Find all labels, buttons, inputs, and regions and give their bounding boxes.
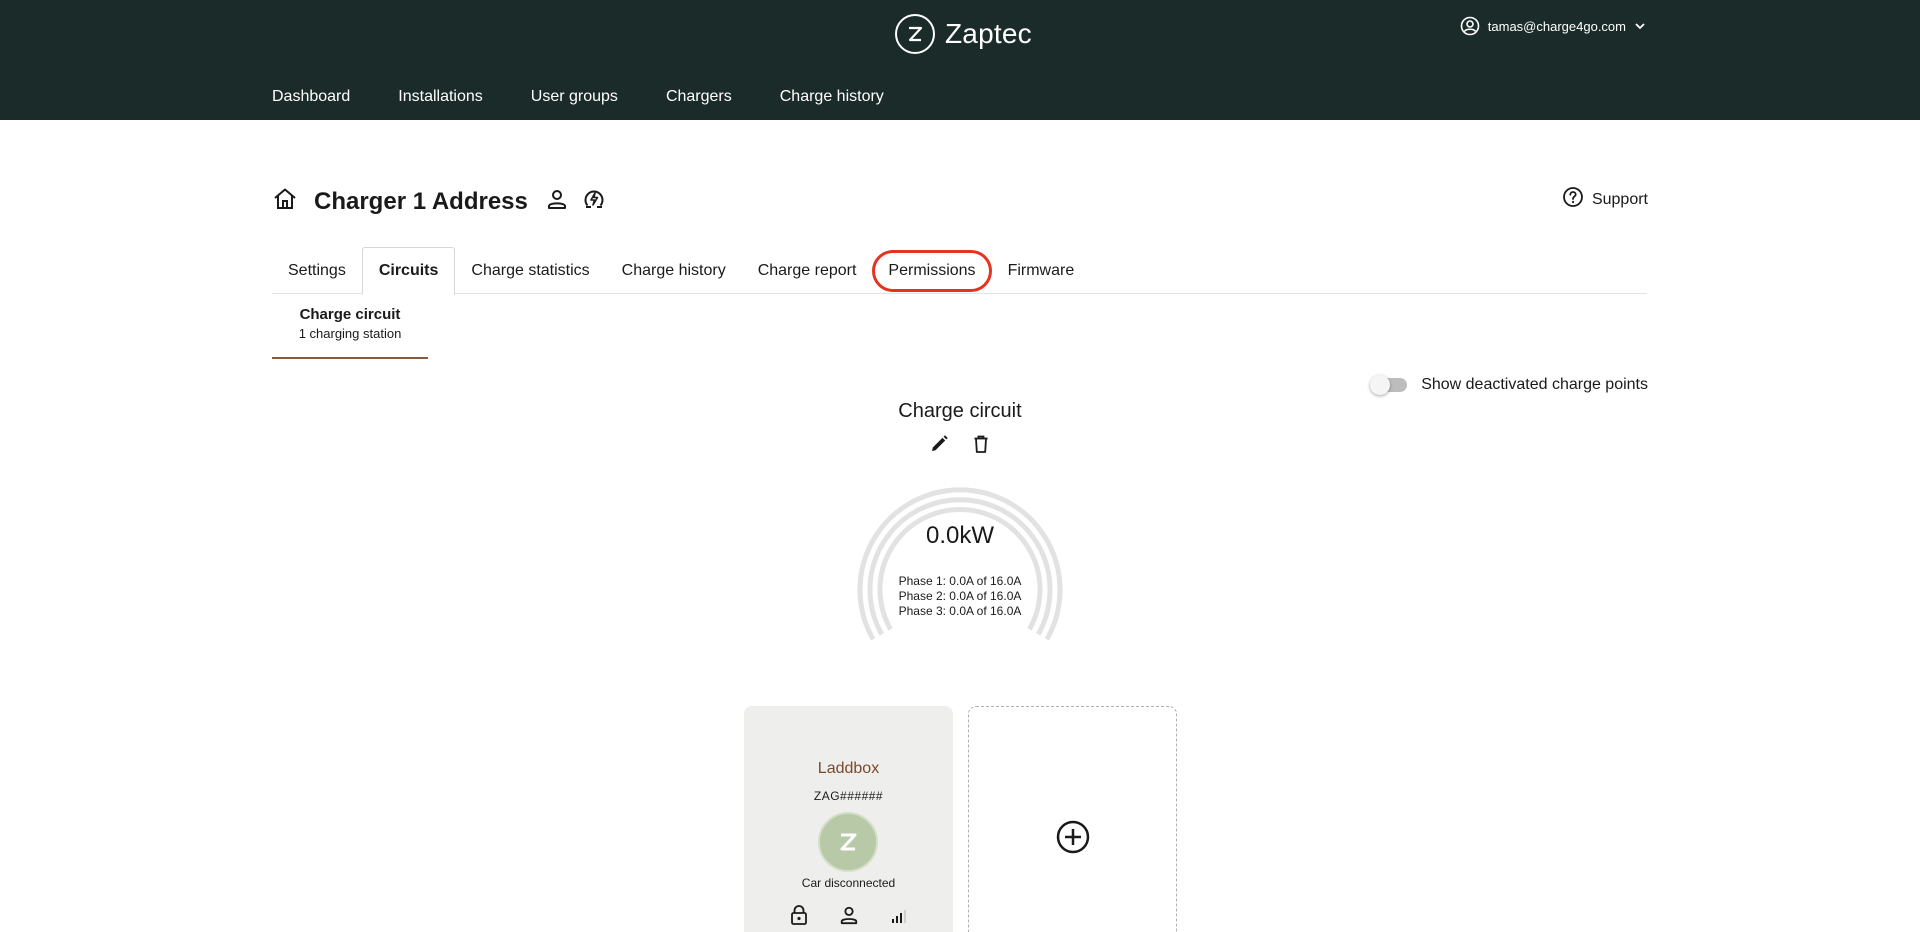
- tab-circuits[interactable]: Circuits: [361, 247, 456, 295]
- account-icon: [1460, 16, 1480, 36]
- delete-icon[interactable]: [970, 433, 992, 455]
- add-circle-icon: [1055, 819, 1091, 860]
- support-link[interactable]: Support: [1562, 186, 1648, 213]
- main-nav: Dashboard Installations User groups Char…: [272, 88, 884, 106]
- user-icon[interactable]: [546, 188, 568, 215]
- home-icon[interactable]: [272, 186, 298, 217]
- toggle-knob: [1370, 375, 1391, 395]
- user-icon[interactable]: [838, 904, 860, 926]
- page-title-bar: Charger 1 Address: [272, 186, 606, 217]
- chevron-down-icon: [1634, 20, 1646, 32]
- nav-dashboard[interactable]: Dashboard: [272, 88, 350, 106]
- circuit-title: Charge circuit: [898, 400, 1022, 422]
- phase-3: Phase 3: 0.0A of 16.0A: [898, 604, 1022, 618]
- charger-icon-row: [744, 904, 953, 926]
- signal-icon: [888, 904, 910, 926]
- brand[interactable]: Zaptec: [895, 13, 1032, 55]
- power-gauge: 0.0kW Phase 1: 0.0A of 16.0A Phase 2: 0.…: [846, 470, 1074, 650]
- lock-icon[interactable]: [788, 904, 810, 926]
- phase-1: Phase 1: 0.0A of 16.0A: [898, 574, 1022, 588]
- support-label: Support: [1591, 190, 1648, 208]
- charger-logo-icon: [818, 812, 878, 872]
- nav-chargers[interactable]: Chargers: [666, 88, 732, 106]
- charger-name: Laddbox: [817, 760, 880, 777]
- circuit-actions: [928, 433, 992, 455]
- phase-list: Phase 1: 0.0A of 16.0A Phase 2: 0.0A of …: [846, 574, 1074, 619]
- app-window: Zaptec tamas@charge4go.com Dashboard Ins…: [0, 0, 1920, 932]
- subtab-subtitle: 1 charging station: [298, 326, 402, 341]
- deactivated-toggle-row: Show deactivated charge points: [1370, 375, 1648, 395]
- page-title: Charger 1 Address: [314, 187, 528, 215]
- tab-permissions[interactable]: Permissions: [872, 247, 992, 294]
- gauge-arcs: [857, 487, 1063, 641]
- charger-card[interactable]: Laddbox ZAG###### Car disconnected: [744, 706, 953, 932]
- toggle-label: Show deactivated charge points: [1421, 376, 1648, 393]
- tab-charge-statistics[interactable]: Charge statistics: [455, 247, 605, 294]
- tab-charge-history[interactable]: Charge history: [606, 247, 742, 294]
- nav-user-groups[interactable]: User groups: [531, 88, 618, 106]
- tab-bar: Settings Circuits Charge statistics Char…: [272, 247, 1647, 295]
- power-value: 0.0kW: [925, 522, 994, 549]
- zaptec-logo-icon: [895, 14, 935, 54]
- charger-id: ZAG######: [813, 789, 884, 803]
- nav-charge-history[interactable]: Charge history: [780, 88, 884, 106]
- account-menu[interactable]: tamas@charge4go.com: [1460, 16, 1646, 36]
- subtab-charge-circuit[interactable]: Charge circuit 1 charging station: [272, 305, 428, 359]
- subtab-title: Charge circuit: [299, 306, 401, 323]
- top-header: Zaptec tamas@charge4go.com Dashboard Ins…: [0, 0, 1920, 120]
- account-email: tamas@charge4go.com: [1487, 18, 1626, 34]
- phase-2: Phase 2: 0.0A of 16.0A: [898, 589, 1022, 603]
- tab-charge-report[interactable]: Charge report: [742, 247, 873, 294]
- tab-settings[interactable]: Settings: [272, 247, 362, 294]
- brand-name: Zaptec: [945, 18, 1032, 49]
- nav-installations[interactable]: Installations: [398, 88, 483, 106]
- add-charger-card[interactable]: [968, 706, 1177, 932]
- help-circle-icon: [1562, 186, 1584, 213]
- show-deactivated-toggle[interactable]: [1370, 375, 1408, 395]
- charger-status: Car disconnected: [801, 876, 896, 890]
- charging-bolt-icon[interactable]: [582, 187, 606, 216]
- tab-firmware[interactable]: Firmware: [992, 247, 1091, 294]
- edit-icon[interactable]: [928, 433, 950, 455]
